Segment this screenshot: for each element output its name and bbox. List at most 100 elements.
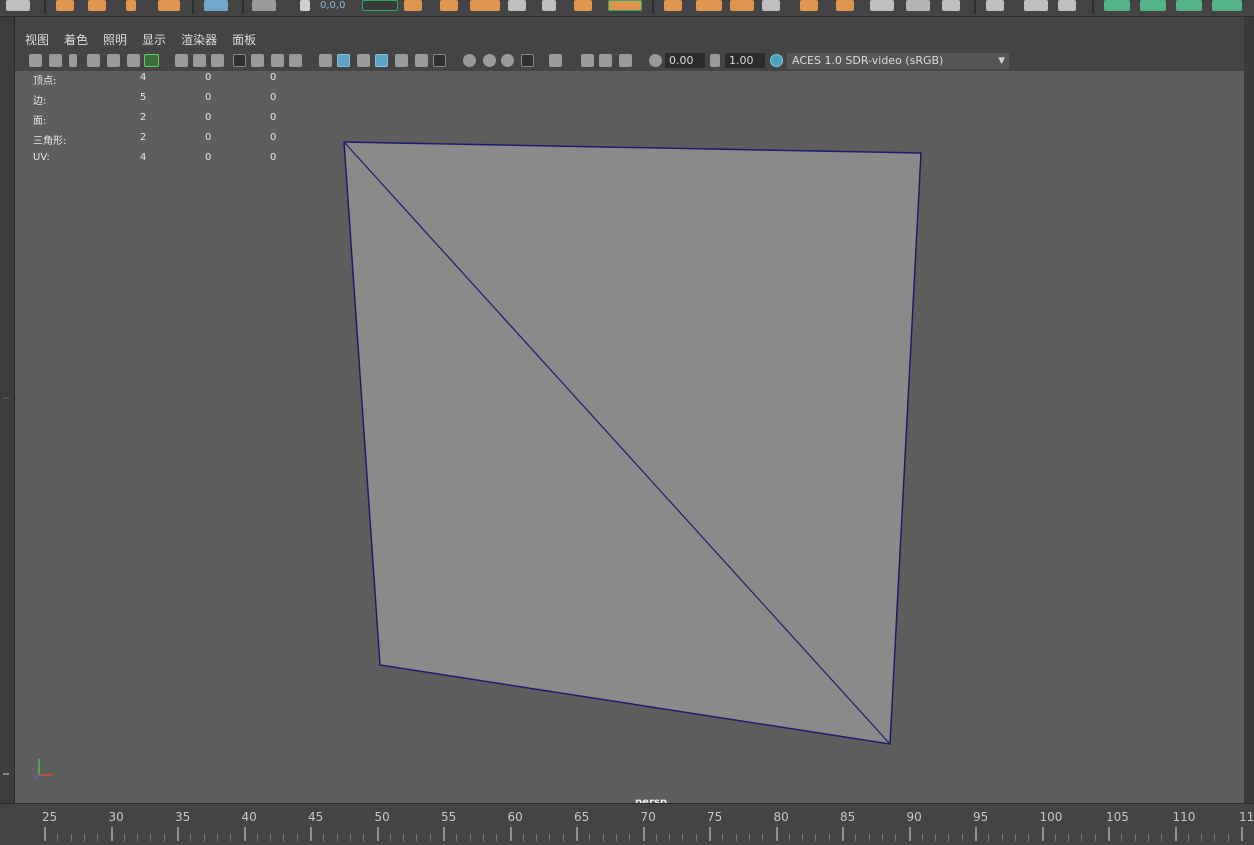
transform-constraint-icon[interactable] (362, 0, 398, 11)
gamma-icon[interactable] (710, 54, 720, 67)
paint-tool-icon[interactable] (126, 0, 136, 11)
cube-tool-icon[interactable] (440, 0, 458, 11)
bridge-tool-icon[interactable] (664, 0, 682, 11)
timeline-minor-tick (256, 834, 258, 841)
uv-editor-icon[interactable] (1104, 0, 1130, 11)
shadows-icon[interactable] (433, 54, 446, 67)
hud-value: 0 (270, 72, 277, 83)
extrude-tool-icon[interactable] (574, 0, 592, 11)
bevel-tool-icon[interactable] (608, 0, 642, 11)
depth-of-field-icon[interactable] (521, 54, 534, 67)
timeline-minor-tick (363, 834, 365, 841)
grid-tool-icon[interactable] (508, 0, 526, 11)
snap-grid-icon[interactable] (204, 0, 228, 11)
textured-icon[interactable] (395, 54, 408, 67)
timeline-frame-label: 25 (42, 810, 58, 824)
view-transform-select[interactable]: ACES 1.0 SDR-video (sRGB) ▼ (787, 53, 1009, 69)
menu-panels[interactable]: 面板 (232, 31, 256, 48)
color-management-icon[interactable] (770, 54, 783, 67)
hud-value: 0 (205, 152, 212, 163)
exposure-field[interactable] (665, 53, 705, 68)
symmetry-icon[interactable] (252, 0, 276, 11)
plane-mesh[interactable] (343, 141, 922, 745)
shelf-separator (1092, 0, 1094, 14)
timeline-frame-label: 55 (441, 810, 457, 824)
gate-mask-icon[interactable] (233, 54, 246, 67)
exposure-icon[interactable] (649, 54, 662, 67)
screen-space-ao-icon[interactable] (463, 54, 476, 67)
xray-components-icon[interactable] (619, 54, 632, 67)
timeline-minor-tick (695, 834, 697, 841)
field-chart-icon[interactable] (251, 54, 264, 67)
scene-canvas[interactable] (15, 71, 1244, 803)
xray-icon[interactable] (581, 54, 594, 67)
uv-unfold-icon[interactable] (1140, 0, 1166, 11)
film-gate-icon[interactable] (193, 54, 206, 67)
append-tool-icon[interactable] (696, 0, 722, 11)
pencil-active-icon[interactable] (144, 54, 159, 67)
cylinder-tool-icon[interactable] (470, 0, 500, 11)
grid-toggle-icon[interactable] (175, 54, 188, 67)
move-tool-icon[interactable] (158, 0, 180, 11)
uv-layout-icon[interactable] (1176, 0, 1202, 11)
perspective-viewport[interactable]: 顶点: 4 0 0 边: 5 0 0 面: 2 0 0 三角形: 2 0 0 U… (15, 71, 1244, 803)
close-small-icon[interactable] (300, 0, 310, 11)
mirror-tool-icon[interactable] (870, 0, 894, 11)
timeline-minor-tick (1081, 834, 1083, 841)
time-slider[interactable]: 25 30 35 40 45 50 55 60 65 70 75 80 85 90 95 100 105 110 1… (0, 803, 1254, 845)
light-icon[interactable] (415, 54, 428, 67)
wireframe-icon[interactable] (319, 54, 332, 67)
circularize-tool-icon[interactable] (800, 0, 818, 11)
timeline-minor-tick (283, 834, 285, 841)
menu-lighting[interactable]: 照明 (103, 31, 127, 48)
quadrangulate-tool-icon[interactable] (942, 0, 960, 11)
dock-scroll-arrow[interactable] (3, 773, 9, 775)
dock-handle[interactable] (3, 397, 9, 399)
motion-blur-icon[interactable] (483, 54, 496, 67)
timeline-minor-tick (669, 834, 671, 841)
pen-tool-icon[interactable] (986, 0, 1004, 11)
timeline-minor-tick (1214, 834, 1216, 841)
knife-tool-icon[interactable] (836, 0, 854, 11)
default-material-icon[interactable] (375, 54, 388, 67)
image-plane-icon[interactable] (87, 54, 100, 67)
timeline-frame-label: 100 (1039, 810, 1063, 824)
uv-cut-icon[interactable] (1212, 0, 1242, 11)
camera-attributes-icon[interactable] (49, 54, 62, 67)
resolution-gate-icon[interactable] (211, 54, 224, 67)
safe-action-icon[interactable] (271, 54, 284, 67)
ep-curve-icon[interactable] (1058, 0, 1076, 11)
hud-value: 5 (140, 92, 147, 103)
menu-shading[interactable]: 着色 (64, 31, 88, 48)
two-d-pan-icon[interactable] (107, 54, 120, 67)
menu-show[interactable]: 显示 (142, 31, 166, 48)
grease-pencil-icon[interactable] (127, 54, 140, 67)
merge-tool-icon[interactable] (730, 0, 754, 11)
triangulate-tool-icon[interactable] (906, 0, 930, 11)
timeline-major-tick (376, 827, 379, 841)
isolate-select-icon[interactable] (549, 54, 562, 67)
xray-joints-icon[interactable] (599, 54, 612, 67)
app-logo-icon[interactable] (6, 0, 30, 11)
select-tool-icon[interactable] (56, 0, 74, 11)
smooth-shade-icon[interactable] (337, 54, 350, 67)
bookmark-icon[interactable] (69, 54, 77, 67)
lasso-tool-icon[interactable] (88, 0, 106, 11)
multisample-icon[interactable] (501, 54, 514, 67)
wireframe-on-shaded-icon[interactable] (357, 54, 370, 67)
menu-view[interactable]: 视图 (25, 31, 49, 48)
timeline-major-tick (44, 827, 46, 841)
safe-title-icon[interactable] (289, 54, 302, 67)
sphere-tool-icon[interactable] (404, 0, 422, 11)
gamma-field[interactable] (725, 53, 765, 68)
timeline-frame-label: 45 (308, 810, 324, 824)
timeline-minor-tick (961, 834, 963, 841)
camera-select-icon[interactable] (29, 54, 42, 67)
grid-dots-icon[interactable] (542, 0, 556, 11)
timeline-major-tick (775, 827, 778, 841)
timeline-minor-tick (762, 834, 764, 841)
split-tool-icon[interactable] (762, 0, 780, 11)
menu-renderer[interactable]: 渲染器 (181, 31, 217, 48)
timeline-minor-tick (735, 834, 737, 841)
curve-tool-icon[interactable] (1024, 0, 1048, 11)
